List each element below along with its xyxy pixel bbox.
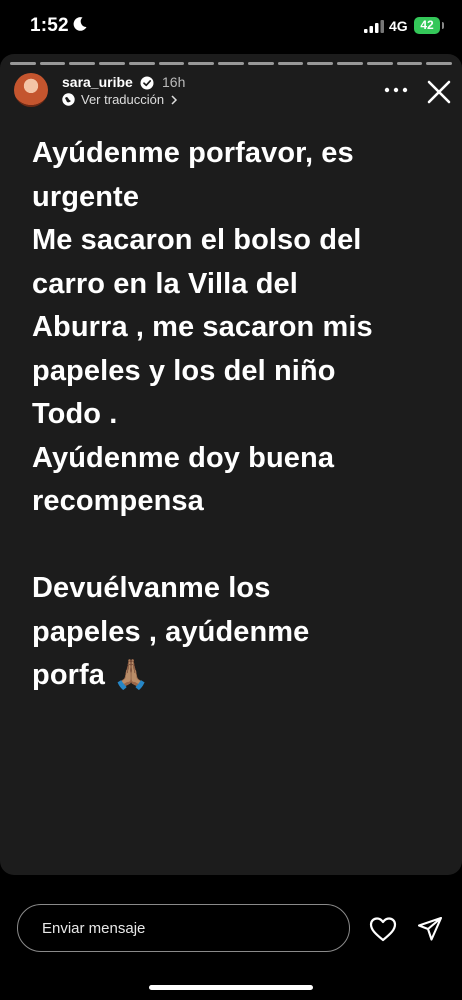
battery-level: 42 (420, 18, 434, 32)
story-progress-segment (218, 62, 244, 65)
verified-badge-icon (140, 76, 154, 90)
post-time: 16h (162, 74, 186, 90)
story-progress-segment (128, 62, 155, 65)
home-indicator (149, 985, 313, 990)
story-card[interactable]: sara_uribe 16h Ver traducción Ayúdenme p… (0, 54, 462, 875)
more-options-icon[interactable] (384, 87, 408, 93)
story-progress-segment (337, 62, 363, 65)
send-icon[interactable] (417, 916, 443, 942)
story-progress-segment (277, 62, 304, 65)
story-progress-segment (39, 62, 66, 65)
translate-label: Ver traducción (81, 92, 165, 107)
story-progress-segment (426, 62, 453, 65)
translate-link[interactable]: Ver traducción (62, 92, 178, 107)
moon-icon (73, 17, 87, 31)
heart-icon[interactable] (369, 916, 397, 942)
status-time: 1:52 (30, 15, 69, 36)
status-bar: 1:52 4G 42 (0, 0, 462, 52)
story-progress-segment (396, 62, 423, 65)
signal-icon (364, 20, 384, 33)
story-progress-segment (188, 62, 215, 65)
story-progress-segment (99, 62, 125, 65)
battery-icon: 42 (414, 17, 444, 34)
chevron-right-icon (171, 94, 178, 105)
story-progress-segment (158, 62, 185, 65)
story-progress-segment (247, 62, 274, 65)
avatar[interactable] (14, 73, 48, 107)
message-input[interactable] (17, 904, 350, 952)
close-icon[interactable] (426, 79, 452, 105)
network-type: 4G (389, 18, 408, 34)
reply-bar (0, 875, 462, 1000)
story-progress-segment (307, 62, 334, 65)
story-progress-segment (366, 62, 393, 65)
username[interactable]: sara_uribe (62, 74, 133, 90)
story-caption: Ayúdenme porfavor, es urgente Me sacaron… (32, 137, 373, 691)
story-progress-segment (10, 62, 36, 65)
story-progress (10, 62, 453, 65)
globe-icon (62, 93, 75, 106)
story-progress-segment (69, 62, 96, 65)
